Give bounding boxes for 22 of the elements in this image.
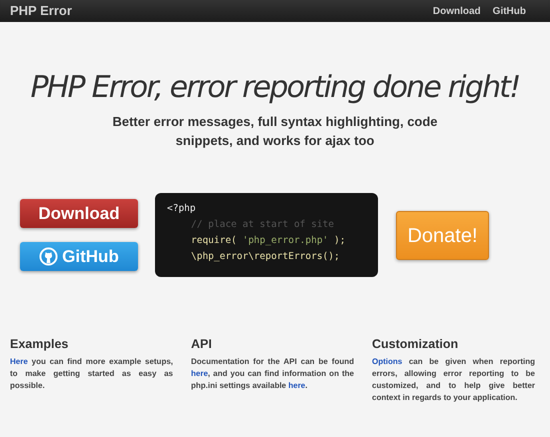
text-link[interactable]: here: [288, 381, 306, 390]
text-link[interactable]: Options: [372, 357, 402, 366]
code-comment: // place at start of site: [190, 218, 335, 232]
column-heading: API: [191, 336, 213, 353]
github-icon: [39, 247, 58, 266]
text-link[interactable]: here: [191, 369, 208, 378]
column-heading: Customization: [372, 336, 460, 353]
github-button[interactable]: GitHub: [20, 242, 138, 271]
brand-link[interactable]: PHP Error: [10, 1, 72, 21]
hero-subtitle: Better error messages, full syntax highlighting, code snippets, and works for ajax too: [111, 113, 439, 150]
code-line: <?php: [167, 202, 197, 216]
text-link[interactable]: Here: [10, 357, 28, 366]
hero-title: PHP Error, error reporting done right!: [30, 69, 520, 107]
column-heading: Examples: [10, 336, 70, 353]
download-button[interactable]: Download: [20, 199, 138, 228]
column-paragraph: Documentation for the API can be found here, and you can find information on the php.ini settings available here.: [191, 356, 354, 392]
nav-link[interactable]: GitHub: [492, 4, 526, 18]
column-paragraph: Options can be given when reporting errors, allowing error reporting to be customized, and to help give better context in regards to your application.: [372, 356, 535, 404]
column-paragraph: Here you can find more example setups, to make getting started as easy as possible.: [10, 356, 173, 392]
code-line: require( 'php_error.php' );: [190, 234, 346, 248]
nav-link[interactable]: Download: [432, 4, 481, 18]
code-line: \php_error\reportErrors();: [190, 250, 341, 264]
